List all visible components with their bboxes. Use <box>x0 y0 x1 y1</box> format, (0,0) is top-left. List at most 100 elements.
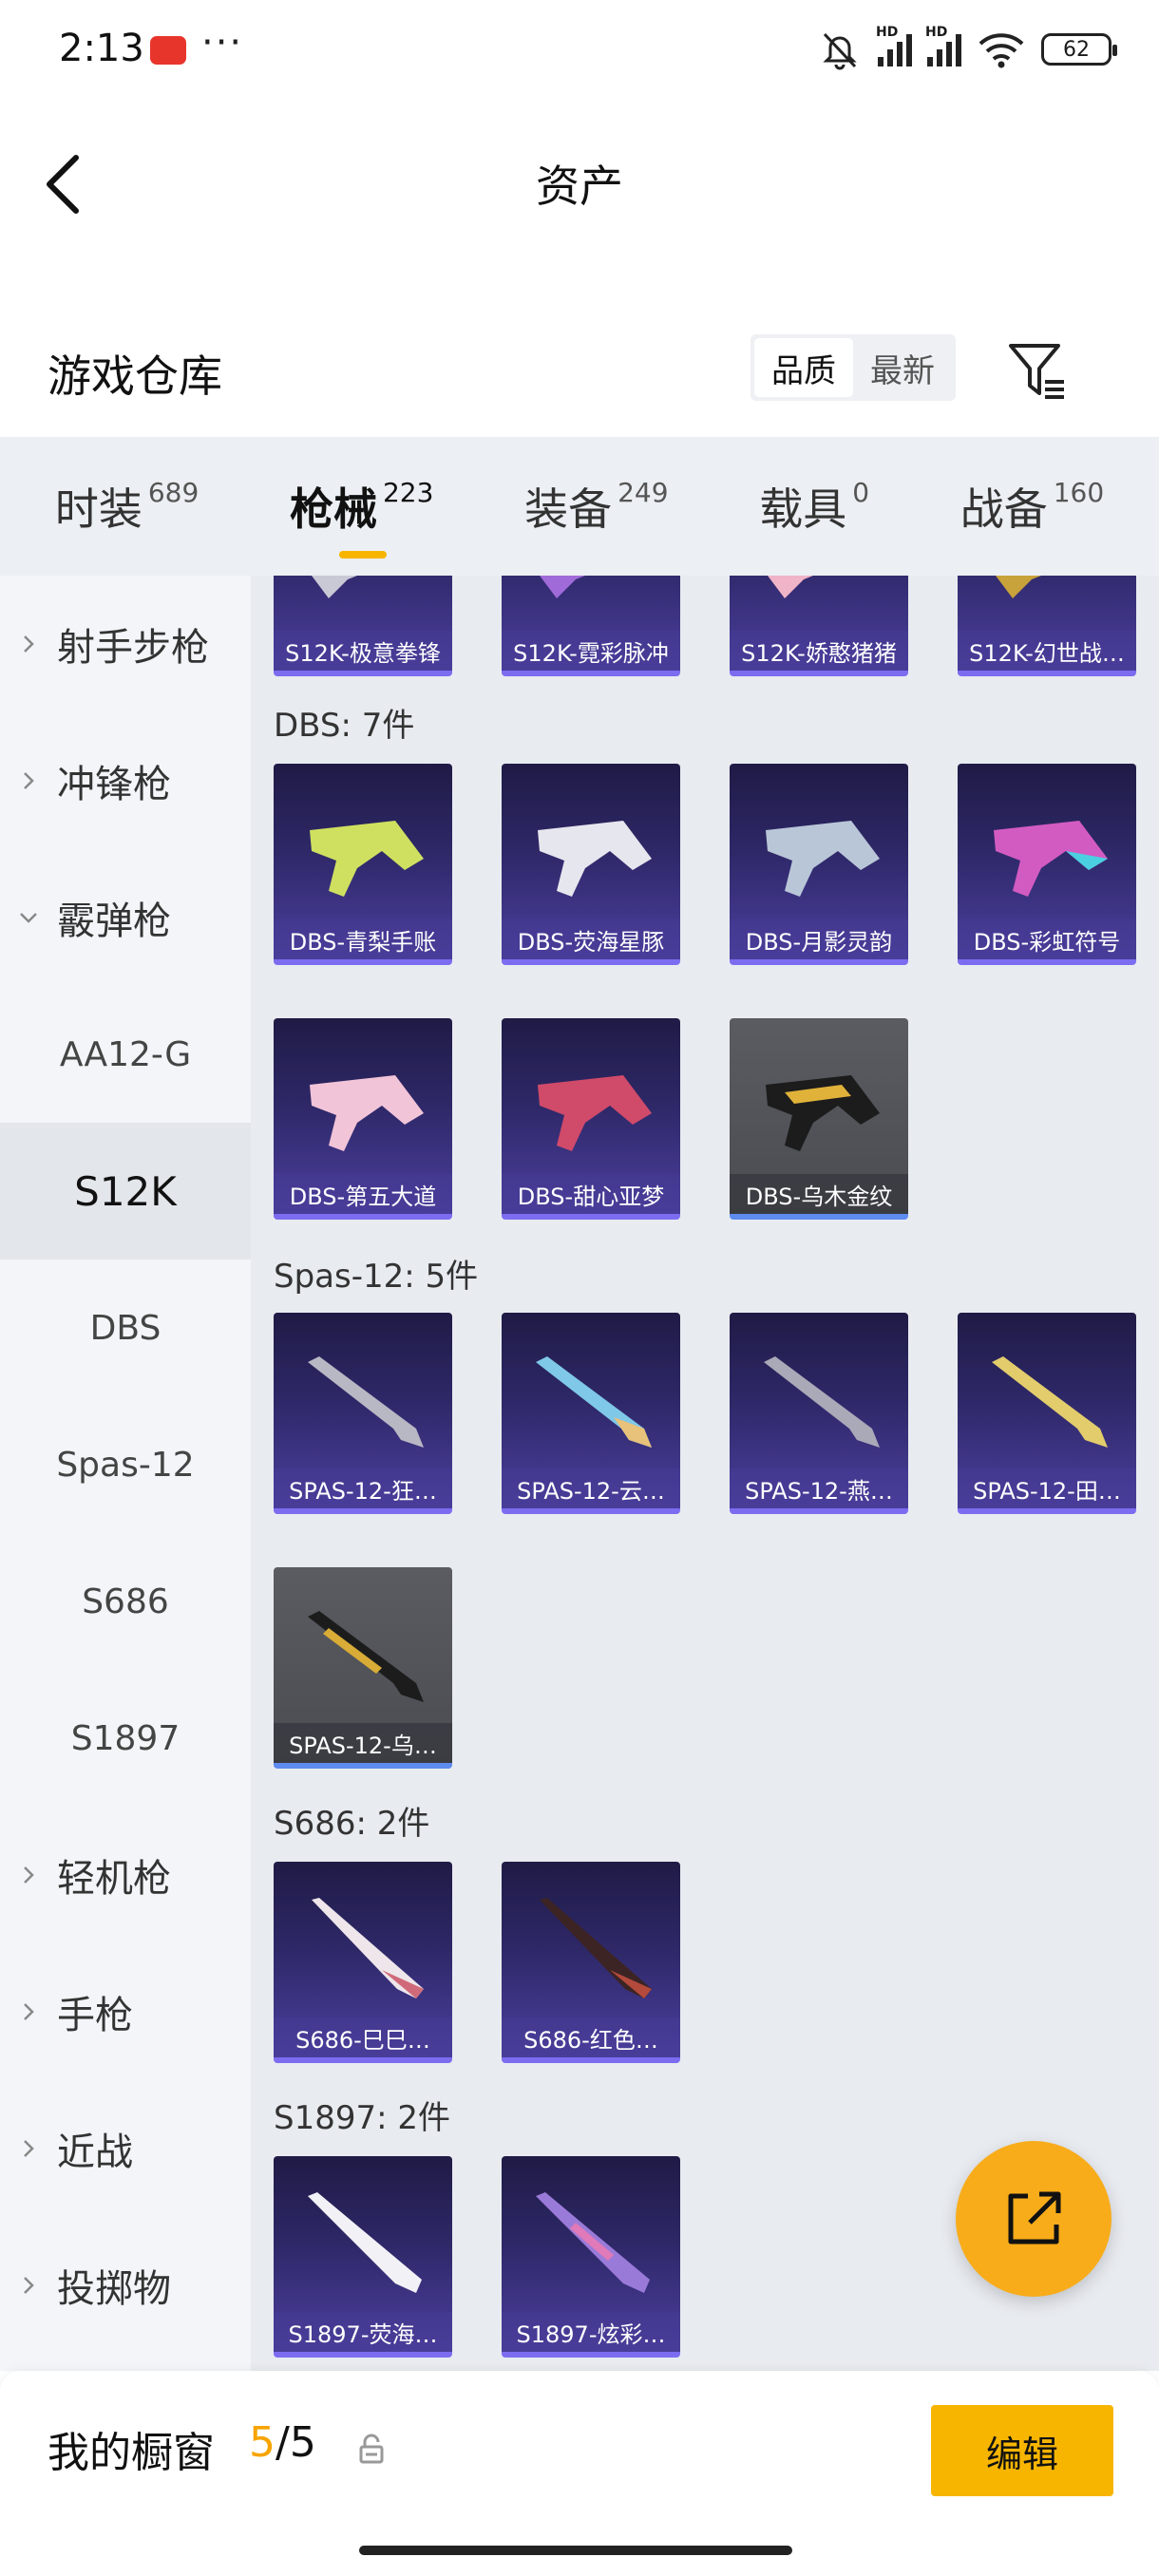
shotgun-skin-icon <box>312 1898 424 1998</box>
skin-card[interactable]: S12K-极意拳锋 <box>274 576 452 676</box>
skin-card[interactable]: S686-巳巳… <box>274 1862 452 2063</box>
tab-equipment[interactable]: 装备 249 <box>524 475 668 538</box>
tab-firearms[interactable]: 枪械 223 <box>290 475 433 559</box>
skin-card[interactable]: DBS-荧海星豚 <box>502 764 680 965</box>
shotgun-skin-icon <box>994 821 1108 897</box>
skin-card[interactable]: DBS-月影灵韵 <box>730 764 908 965</box>
showcase-count: 5/5 <box>249 2418 316 2467</box>
sidebar-item-marksman[interactable]: 射手步枪 <box>0 576 251 712</box>
skin-card[interactable]: DBS-第五大道 <box>274 1018 452 1220</box>
skin-card[interactable]: DBS-甜心亚梦 <box>502 1018 680 1220</box>
category-tabs: 时装 689 枪械 223 装备 249 载具 0 战备 160 <box>0 437 1159 576</box>
sidebar-subitem-s12k[interactable]: S12K <box>0 1123 251 1260</box>
sidebar-subitem-spas12[interactable]: Spas-12 <box>0 1396 251 1533</box>
shotgun-skin-icon <box>766 1075 880 1151</box>
shotgun-skin-icon <box>308 2192 422 2293</box>
skin-card[interactable]: S686-红色… <box>502 1862 680 2063</box>
sort-quality-button[interactable]: 品质 <box>754 338 853 397</box>
sidebar-item-label: 冲锋枪 <box>57 763 171 806</box>
chevron-right-icon <box>24 1866 34 1884</box>
weapon-skin-grid: S12K-极意拳锋 S12K-霓彩脉冲 S12K-娇憨猪猪 S12K-幻世战… … <box>251 576 1159 2371</box>
skin-card[interactable]: S1897-荧海… <box>274 2156 452 2358</box>
tab-vehicles[interactable]: 载具 0 <box>759 475 869 538</box>
skin-card[interactable]: SPAS-12-田… <box>958 1313 1136 1514</box>
skin-card[interactable]: S12K-娇憨猪猪 <box>730 576 908 676</box>
sidebar-item-label: 手枪 <box>57 1994 133 2037</box>
sidebar-item-label: 射手步枪 <box>57 626 209 670</box>
sidebar-subitem-aa12[interactable]: AA12-G <box>0 986 251 1123</box>
shotgun-skin-icon <box>310 1075 424 1151</box>
chevron-down-icon <box>20 913 37 923</box>
tab-fashion[interactable]: 时装 689 <box>55 475 199 538</box>
chevron-right-icon <box>24 635 34 653</box>
group-label-s686: S686: 2件 <box>274 1805 430 1843</box>
sidebar-item-smg[interactable]: 冲锋枪 <box>0 712 251 849</box>
skin-card[interactable]: DBS-青梨手账 <box>274 764 452 965</box>
signal-1-icon: HD <box>876 25 912 66</box>
weapon-category-sidebar: 射手步枪 冲锋枪 霰弹枪 AA12-G S12K DBS Spas-12 S68… <box>0 576 251 2371</box>
sidebar-subitem-s1897[interactable]: S1897 <box>0 1670 251 1807</box>
signal-2-icon: HD <box>925 25 961 66</box>
sidebar-item-label: 近战 <box>57 2131 133 2174</box>
page-title: 资产 <box>536 161 623 212</box>
chevron-right-icon <box>24 2277 34 2294</box>
shotgun-skin-icon <box>996 576 1041 598</box>
warehouse-title: 游戏仓库 <box>48 350 222 402</box>
sidebar-item-lmg[interactable]: 轻机枪 <box>0 1807 251 1943</box>
page-header: 资产 <box>0 104 1159 247</box>
sidebar-item-throwable[interactable]: 投掷物 <box>0 2217 251 2354</box>
shotgun-skin-icon <box>536 2192 650 2293</box>
more-notifications-icon: ··· <box>201 21 244 65</box>
group-label-s1897: S1897: 2件 <box>274 2099 451 2137</box>
sidebar-item-label: 投掷物 <box>57 2267 171 2311</box>
shotgun-skin-icon <box>536 1356 652 1448</box>
shotgun-skin-icon <box>992 1356 1108 1448</box>
shotgun-skin-icon <box>764 1356 880 1448</box>
skin-card[interactable]: SPAS-12-狂… <box>274 1313 452 1514</box>
battery-icon: 62 <box>1041 33 1117 66</box>
shotgun-skin-icon <box>540 576 585 598</box>
share-external-icon <box>1008 2191 1061 2245</box>
sidebar-item-pistol[interactable]: 手枪 <box>0 1943 251 2080</box>
edit-button[interactable]: 编辑 <box>931 2405 1113 2496</box>
home-indicator[interactable] <box>359 2546 792 2555</box>
skin-card[interactable]: SPAS-12-燕… <box>730 1313 908 1514</box>
shotgun-skin-icon <box>538 821 652 897</box>
notification-app-icon <box>150 36 186 65</box>
sidebar-subitem-dbs[interactable]: DBS <box>0 1260 251 1396</box>
shotgun-skin-icon <box>312 576 357 598</box>
mute-icon <box>823 32 857 70</box>
group-label-dbs: DBS: 7件 <box>274 707 415 745</box>
shotgun-skin-icon <box>540 1898 652 1998</box>
sort-toggle: 品质 最新 <box>750 334 956 401</box>
warehouse-header: 游戏仓库 品质 最新 <box>0 313 1159 427</box>
tab-supplies[interactable]: 战备 160 <box>960 475 1104 538</box>
shotgun-skin-icon <box>766 821 880 897</box>
shotgun-skin-icon <box>308 1356 424 1448</box>
chevron-right-icon <box>24 2003 34 2020</box>
skin-card[interactable]: SPAS-12-乌… <box>274 1567 452 1769</box>
shotgun-skin-icon <box>310 821 424 897</box>
filter-icon[interactable] <box>1005 338 1072 405</box>
sort-latest-button[interactable]: 最新 <box>853 338 952 397</box>
skin-card[interactable]: SPAS-12-云… <box>502 1313 680 1514</box>
status-bar: 2:13 ··· HD HD 62 <box>0 0 1159 104</box>
skin-card[interactable]: S12K-霓彩脉冲 <box>502 576 680 676</box>
showcase-label: 我的橱窗 <box>48 2429 215 2477</box>
chevron-right-icon <box>24 2140 34 2157</box>
shotgun-skin-icon <box>538 1075 652 1151</box>
sidebar-item-melee[interactable]: 近战 <box>0 2080 251 2217</box>
skin-card[interactable]: S12K-幻世战… <box>958 576 1136 676</box>
status-time: 2:13 <box>59 27 144 70</box>
chevron-right-icon <box>24 772 34 789</box>
shotgun-skin-icon <box>308 1611 424 1702</box>
sidebar-item-label: 轻机枪 <box>57 1857 171 1901</box>
sidebar-item-shotgun[interactable]: 霰弹枪 <box>0 849 251 986</box>
group-label-spas12: Spas-12: 5件 <box>274 1258 479 1296</box>
skin-card[interactable]: DBS-乌木金纹 <box>730 1018 908 1220</box>
skin-card[interactable]: DBS-彩虹符号 <box>958 764 1136 965</box>
sidebar-subitem-s686[interactable]: S686 <box>0 1533 251 1670</box>
share-button[interactable] <box>956 2141 1112 2297</box>
skin-card[interactable]: S1897-炫彩… <box>502 2156 680 2358</box>
sidebar-item-label: 霰弹枪 <box>57 900 171 943</box>
